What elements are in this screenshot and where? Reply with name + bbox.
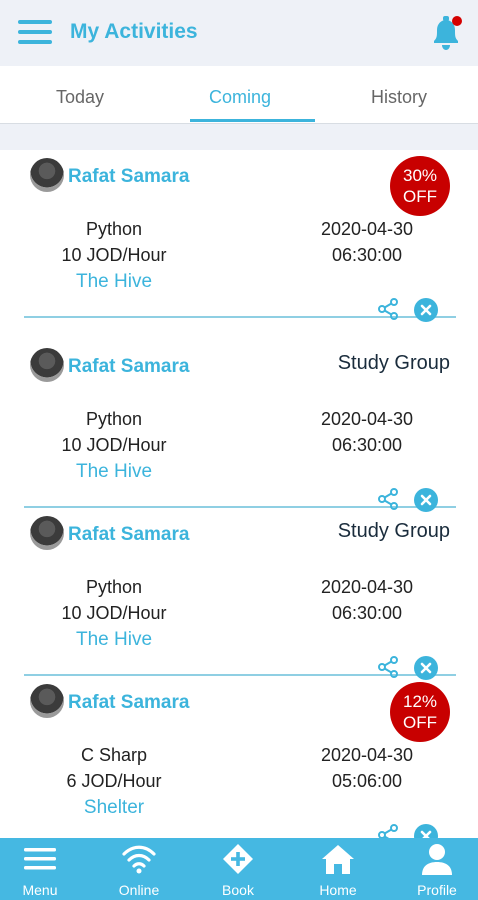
nav-profile[interactable]: Profile xyxy=(389,838,478,900)
tab-coming[interactable]: Coming xyxy=(175,87,305,108)
activity-card[interactable]: Rafat Samara 12% OFF C Sharp 6 JOD/Hour … xyxy=(24,676,456,838)
price: 10 JOD/Hour xyxy=(61,435,167,455)
price: 6 JOD/Hour xyxy=(66,771,162,791)
cancel-icon[interactable] xyxy=(414,298,438,322)
section-spacer xyxy=(0,124,478,150)
avatar xyxy=(30,516,64,550)
price: 10 JOD/Hour xyxy=(61,603,167,623)
tab-history[interactable]: History xyxy=(334,87,464,108)
nav-home[interactable]: Home xyxy=(290,838,386,900)
time: 06:30:00 xyxy=(331,245,403,265)
cancel-icon[interactable] xyxy=(414,824,438,838)
nav-menu-label: Menu xyxy=(22,882,58,898)
discount-badge: 12% OFF xyxy=(390,682,450,742)
active-tab-indicator xyxy=(190,119,315,122)
time: 06:30:00 xyxy=(331,603,403,623)
place-link[interactable]: The Hive xyxy=(44,271,184,293)
nav-book[interactable]: Book xyxy=(190,838,286,900)
date: 2020-04-30 xyxy=(320,219,414,239)
activity-list[interactable]: Rafat Samara 30% OFF Python 10 JOD/Hour … xyxy=(0,150,478,838)
activity-card[interactable]: Rafat Samara 30% OFF Python 10 JOD/Hour … xyxy=(24,150,456,322)
study-group-tag: Study Group xyxy=(337,352,450,374)
subject: Python xyxy=(85,577,143,597)
place-link[interactable]: The Hive xyxy=(44,629,184,651)
activity-card[interactable]: Rafat Samara Study Group Python 10 JOD/H… xyxy=(24,508,456,680)
wifi-icon xyxy=(122,845,156,874)
home-icon xyxy=(322,845,354,874)
time: 06:30:00 xyxy=(331,435,403,455)
subject: Python xyxy=(85,219,143,239)
nav-online[interactable]: Online xyxy=(91,838,187,900)
place-link[interactable]: Shelter xyxy=(44,797,184,819)
bottom-navigation: Menu Online Book Home Profile xyxy=(0,838,478,900)
discount-percent: 12% xyxy=(402,692,438,711)
nav-menu[interactable]: Menu xyxy=(0,838,88,900)
discount-off-label: OFF xyxy=(403,187,437,206)
nav-home-label: Home xyxy=(319,882,357,898)
date: 2020-04-30 xyxy=(320,409,414,429)
avatar xyxy=(30,684,64,718)
tutor-name[interactable]: Rafat Samara xyxy=(68,692,189,714)
share-icon[interactable] xyxy=(376,297,400,321)
notification-bell-icon[interactable] xyxy=(426,12,466,54)
subject: Python xyxy=(85,409,143,429)
tab-bar: Today Coming History xyxy=(0,66,478,124)
activity-card[interactable]: Rafat Samara Study Group Python 10 JOD/H… xyxy=(24,340,456,512)
study-group-tag: Study Group xyxy=(337,520,450,542)
hamburger-menu-icon[interactable] xyxy=(18,20,52,46)
tutor-name[interactable]: Rafat Samara xyxy=(68,356,189,378)
discount-percent: 30% xyxy=(402,166,438,185)
discount-badge: 30% OFF xyxy=(390,156,450,216)
notification-dot xyxy=(452,16,462,26)
time: 05:06:00 xyxy=(331,771,403,791)
nav-online-label: Online xyxy=(118,882,160,898)
date: 2020-04-30 xyxy=(320,577,414,597)
place-link[interactable]: The Hive xyxy=(44,461,184,483)
nav-profile-label: Profile xyxy=(417,882,457,898)
discount-off-label: OFF xyxy=(403,713,437,732)
nav-book-label: Book xyxy=(222,882,254,898)
profile-icon xyxy=(422,844,452,875)
book-diamond-icon xyxy=(223,844,253,874)
date: 2020-04-30 xyxy=(320,745,414,765)
top-app-bar: My Activities xyxy=(0,0,478,66)
avatar xyxy=(30,348,64,382)
tutor-name[interactable]: Rafat Samara xyxy=(68,524,189,546)
tab-today[interactable]: Today xyxy=(15,87,145,108)
menu-icon xyxy=(24,848,56,870)
tutor-name[interactable]: Rafat Samara xyxy=(68,166,189,188)
price: 10 JOD/Hour xyxy=(61,245,167,265)
page-title: My Activities xyxy=(70,20,198,43)
subject: C Sharp xyxy=(80,745,148,765)
share-icon[interactable] xyxy=(376,823,400,838)
avatar xyxy=(30,158,64,192)
